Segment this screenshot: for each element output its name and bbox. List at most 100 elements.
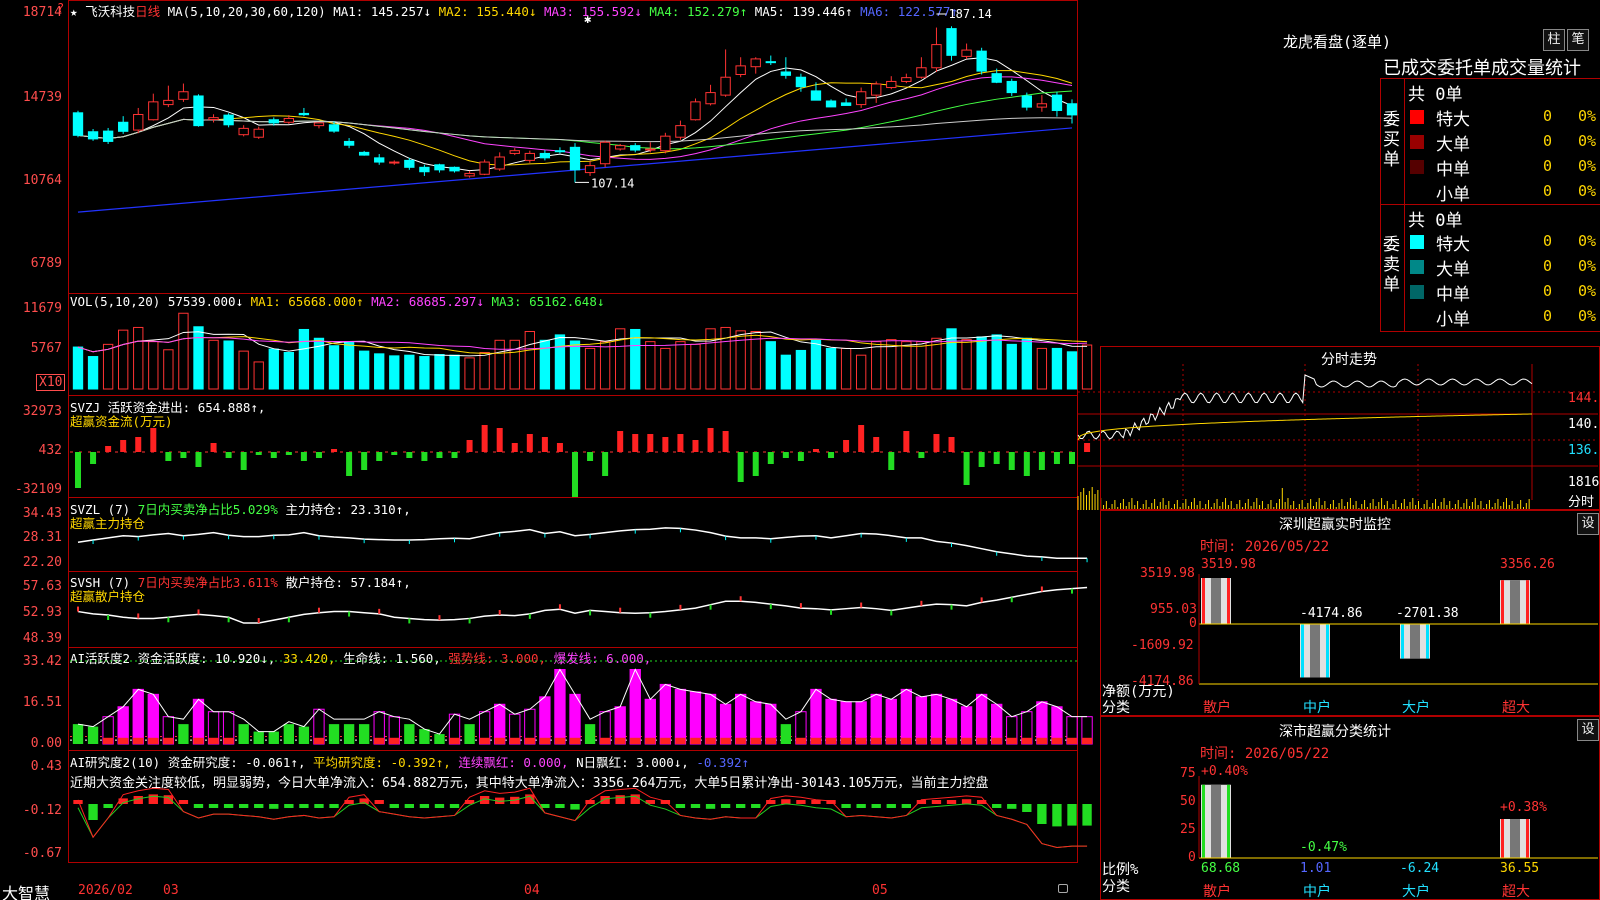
monitor-title: 深圳超赢实时监控: [1279, 517, 1391, 533]
stat-val: 68.68: [1201, 861, 1241, 876]
volume-bar: [1051, 347, 1063, 390]
candle-body: [268, 119, 279, 124]
svzj-bar: [195, 452, 202, 467]
order-color-swatch: [1410, 160, 1424, 174]
ai1-bar: [569, 693, 581, 745]
volume-bar: [660, 347, 671, 390]
svzj-bar: [767, 452, 774, 464]
ai1-bar: [840, 701, 852, 745]
ai1-base-bar: [840, 737, 852, 744]
stat-pct: +0.38%: [1500, 800, 1547, 815]
candle-body: [283, 117, 295, 123]
order-color-swatch: [1410, 310, 1424, 324]
svzj-bar: [858, 425, 865, 452]
volume-bar: [840, 347, 852, 390]
ai2-bar: [1067, 804, 1077, 826]
ai2-bar: [600, 796, 610, 804]
svzj-bar: [255, 452, 262, 455]
ai2-bar: [931, 800, 942, 804]
volume-bar: [524, 331, 535, 390]
candle-body: [660, 135, 671, 152]
ai2-bar: [434, 804, 445, 808]
svzj-bar: [150, 428, 157, 452]
order-count: 0: [1543, 132, 1553, 150]
order-count: 0: [1543, 182, 1553, 200]
order-type-label: 大单: [1436, 135, 1470, 155]
ai2-bar: [223, 804, 234, 808]
ai2-bar: [404, 804, 415, 808]
candle-body: [825, 100, 837, 108]
ai1-base-bar: [148, 737, 159, 744]
candle-body: [1036, 103, 1048, 108]
bar-button[interactable]: 柱: [1543, 29, 1565, 51]
tab-strip[interactable]: 已成交委托单成交量统计: [1383, 54, 1600, 80]
volume-bar: [765, 341, 776, 390]
candle-body: [328, 124, 340, 132]
order-type-label: 特大: [1436, 110, 1470, 130]
candle-body: [569, 146, 581, 171]
svzj-bar: [1008, 452, 1015, 470]
svzj-bar: [843, 440, 850, 452]
stat-settings-button[interactable]: 设: [1577, 719, 1599, 741]
ai1-base-bar: [1051, 737, 1063, 744]
svzj-bar: [135, 437, 142, 452]
ai2-bar: [751, 804, 761, 808]
ai1-bar: [298, 726, 310, 744]
candle-body: [419, 166, 430, 173]
order-type-label: 小单: [1436, 310, 1470, 330]
ai1-base-bar: [494, 737, 505, 744]
svzj-bar: [526, 434, 533, 452]
ai2-bar: [856, 804, 866, 808]
svzj-bar: [376, 452, 383, 461]
candle-body: [509, 150, 520, 154]
candle-body: [599, 141, 611, 165]
class-label: 分类: [1102, 879, 1130, 895]
candle-body: [946, 28, 957, 56]
svzj-bar: [1084, 443, 1091, 452]
monitor-settings-button[interactable]: 设: [1577, 513, 1599, 535]
volume-bar: [253, 361, 264, 390]
order-type-label: 中单: [1436, 160, 1470, 180]
pen-button[interactable]: 笔: [1567, 29, 1589, 51]
ai2-bar: [208, 804, 219, 808]
ai2-bar: [314, 804, 324, 808]
sell-total: 共 0单: [1408, 211, 1463, 231]
volume-bar: [1036, 347, 1048, 390]
ai1-bar: [238, 724, 249, 744]
volume-bar: [358, 350, 370, 390]
volume-bar: [434, 354, 445, 390]
candle-body: [615, 145, 626, 150]
volume-bar: [1006, 343, 1017, 390]
ai1-bar: [539, 696, 551, 745]
candle-body: [976, 50, 987, 72]
ai1-base-bar: [630, 737, 641, 744]
ai2-bar: [449, 804, 460, 808]
ai1-base-bar: [645, 737, 656, 744]
ai1-base-bar: [524, 737, 535, 744]
candle-body: [780, 71, 792, 76]
ai1-bar: [674, 688, 687, 745]
svzj-bar: [90, 452, 97, 464]
candle-body: [931, 44, 942, 69]
buy-side-label: 委买单: [1383, 110, 1400, 170]
order-percent: 0%: [1578, 132, 1597, 150]
volume-bar: [931, 337, 942, 390]
svzj-bar: [978, 452, 985, 467]
ai1-base-bar: [675, 737, 686, 744]
candle-body: [991, 73, 1002, 83]
svzj-bar: [75, 452, 81, 488]
candle-body: [148, 101, 159, 121]
mon-val: -2701.38: [1396, 606, 1459, 621]
ai1-base-bar: [1006, 737, 1017, 744]
candle-body: [298, 112, 310, 116]
ai1-base-bar: [705, 737, 716, 744]
candle-body: [118, 121, 129, 132]
volume-bar: [705, 328, 716, 390]
timeshare-panel[interactable]: [1100, 346, 1600, 510]
order-color-swatch: [1410, 260, 1424, 274]
volume-bar: [389, 355, 400, 390]
svzj-bar: [541, 437, 548, 452]
svzj-bar: [240, 452, 247, 470]
mon-y: 3519.98: [1140, 566, 1195, 581]
candle-body: [855, 91, 867, 106]
